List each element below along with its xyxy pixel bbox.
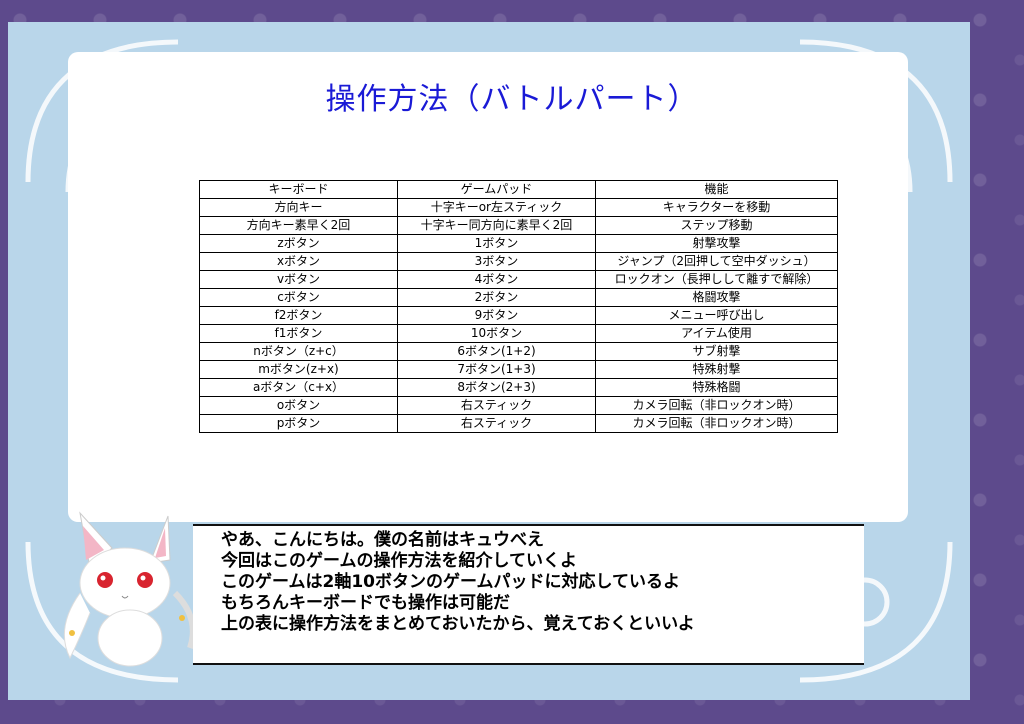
- gamepad-cell: 右スティック: [397, 396, 596, 415]
- controls-table-body: キーボード ゲームパッド 機能 方向キー 十字キーor左スティック キャラクターを移…: [199, 180, 838, 433]
- table-row: aボタン（c+x） 8ボタン(2+3) 特殊格闘: [199, 378, 838, 397]
- function-cell: サブ射撃: [595, 342, 838, 361]
- dialog-line: もちろんキーボードでも操作は可能だ: [221, 593, 510, 613]
- dialog-line: 上の表に操作方法をまとめておいたから、覚えておくといいよ: [221, 614, 695, 634]
- header-keyboard: キーボード: [199, 180, 398, 199]
- header-function: 機能: [595, 180, 838, 199]
- kyubey-portrait-icon: [63, 511, 196, 667]
- table-row: pボタン 右スティック カメラ回転（非ロックオン時）: [199, 414, 838, 433]
- function-cell: 特殊射撃: [595, 360, 838, 379]
- table-row: nボタン（z+c） 6ボタン(1+2) サブ射撃: [199, 342, 838, 361]
- gamepad-cell: 右スティック: [397, 414, 596, 433]
- gamepad-cell: 8ボタン(2+3): [397, 378, 596, 397]
- dialog-box: やあ、こんにちは。僕の名前はキュウべえ 今回はこのゲームの操作方法を紹介していく…: [193, 524, 864, 665]
- keyboard-cell: pボタン: [199, 414, 398, 433]
- table-row: zボタン 1ボタン 射撃攻撃: [199, 234, 838, 253]
- keyboard-cell: 方向キー素早く2回: [199, 216, 398, 235]
- gamepad-cell: 1ボタン: [397, 234, 596, 253]
- gamepad-cell: 3ボタン: [397, 252, 596, 271]
- function-cell: 射撃攻撃: [595, 234, 838, 253]
- keyboard-cell: mボタン(z+x): [199, 360, 398, 379]
- table-row: xボタン 3ボタン ジャンプ（2回押して空中ダッシュ）: [199, 252, 838, 271]
- gamepad-cell: 6ボタン(1+2): [397, 342, 596, 361]
- gamepad-cell: 9ボタン: [397, 306, 596, 325]
- table-row: vボタン 4ボタン ロックオン（長押しして離すで解除）: [199, 270, 838, 289]
- keyboard-cell: nボタン（z+c）: [199, 342, 398, 361]
- function-cell: 格闘攻撃: [595, 288, 838, 307]
- table-row: f2ボタン 9ボタン メニュー呼び出し: [199, 306, 838, 325]
- table-row: cボタン 2ボタン 格闘攻撃: [199, 288, 838, 307]
- dialog-line: やあ、こんにちは。僕の名前はキュウべえ: [221, 530, 544, 550]
- dialog-line: このゲームは2軸10ボタンのゲームパッドに対応しているよ: [221, 572, 680, 592]
- function-cell: ジャンプ（2回押して空中ダッシュ）: [595, 252, 838, 271]
- header-gamepad: ゲームパッド: [397, 180, 596, 199]
- table-header-row: キーボード ゲームパッド 機能: [199, 180, 838, 199]
- function-cell: メニュー呼び出し: [595, 306, 838, 325]
- dialog-text: やあ、こんにちは。僕の名前はキュウべえ 今回はこのゲームの操作方法を紹介していく…: [221, 530, 695, 635]
- function-cell: カメラ回転（非ロックオン時）: [595, 414, 838, 433]
- gamepad-cell: 十字キー同方向に素早く2回: [397, 216, 596, 235]
- table-row: mボタン(z+x) 7ボタン(1+3) 特殊射撃: [199, 360, 838, 379]
- keyboard-cell: f2ボタン: [199, 306, 398, 325]
- keyboard-cell: 方向キー: [199, 198, 398, 217]
- keyboard-cell: xボタン: [199, 252, 398, 271]
- table-row: oボタン 右スティック カメラ回転（非ロックオン時）: [199, 396, 838, 415]
- gamepad-cell: 4ボタン: [397, 270, 596, 289]
- controls-table: キーボード ゲームパッド 機能 方向キー 十字キーor左スティック キャラクターを移…: [199, 180, 838, 433]
- gamepad-cell: 7ボタン(1+3): [397, 360, 596, 379]
- gamepad-cell: 10ボタン: [397, 324, 596, 343]
- keyboard-cell: zボタン: [199, 234, 398, 253]
- function-cell: ロックオン（長押しして離すで解除）: [595, 270, 838, 289]
- function-cell: ステップ移動: [595, 216, 838, 235]
- gamepad-cell: 十字キーor左スティック: [397, 198, 596, 217]
- keyboard-cell: oボタン: [199, 396, 398, 415]
- keyboard-cell: cボタン: [199, 288, 398, 307]
- page-title: 操作方法（バトルパート）: [325, 82, 699, 117]
- dialog-line: 今回はこのゲームの操作方法を紹介していくよ: [221, 551, 577, 571]
- function-cell: 特殊格闘: [595, 378, 838, 397]
- keyboard-cell: f1ボタン: [199, 324, 398, 343]
- keyboard-cell: vボタン: [199, 270, 398, 289]
- function-cell: キャラクターを移動: [595, 198, 838, 217]
- gamepad-cell: 2ボタン: [397, 288, 596, 307]
- function-cell: カメラ回転（非ロックオン時）: [595, 396, 838, 415]
- table-row: 方向キー素早く2回 十字キー同方向に素早く2回 ステップ移動: [199, 216, 838, 235]
- table-row: 方向キー 十字キーor左スティック キャラクターを移動: [199, 198, 838, 217]
- function-cell: アイテム使用: [595, 324, 838, 343]
- table-row: f1ボタン 10ボタン アイテム使用: [199, 324, 838, 343]
- keyboard-cell: aボタン（c+x）: [199, 378, 398, 397]
